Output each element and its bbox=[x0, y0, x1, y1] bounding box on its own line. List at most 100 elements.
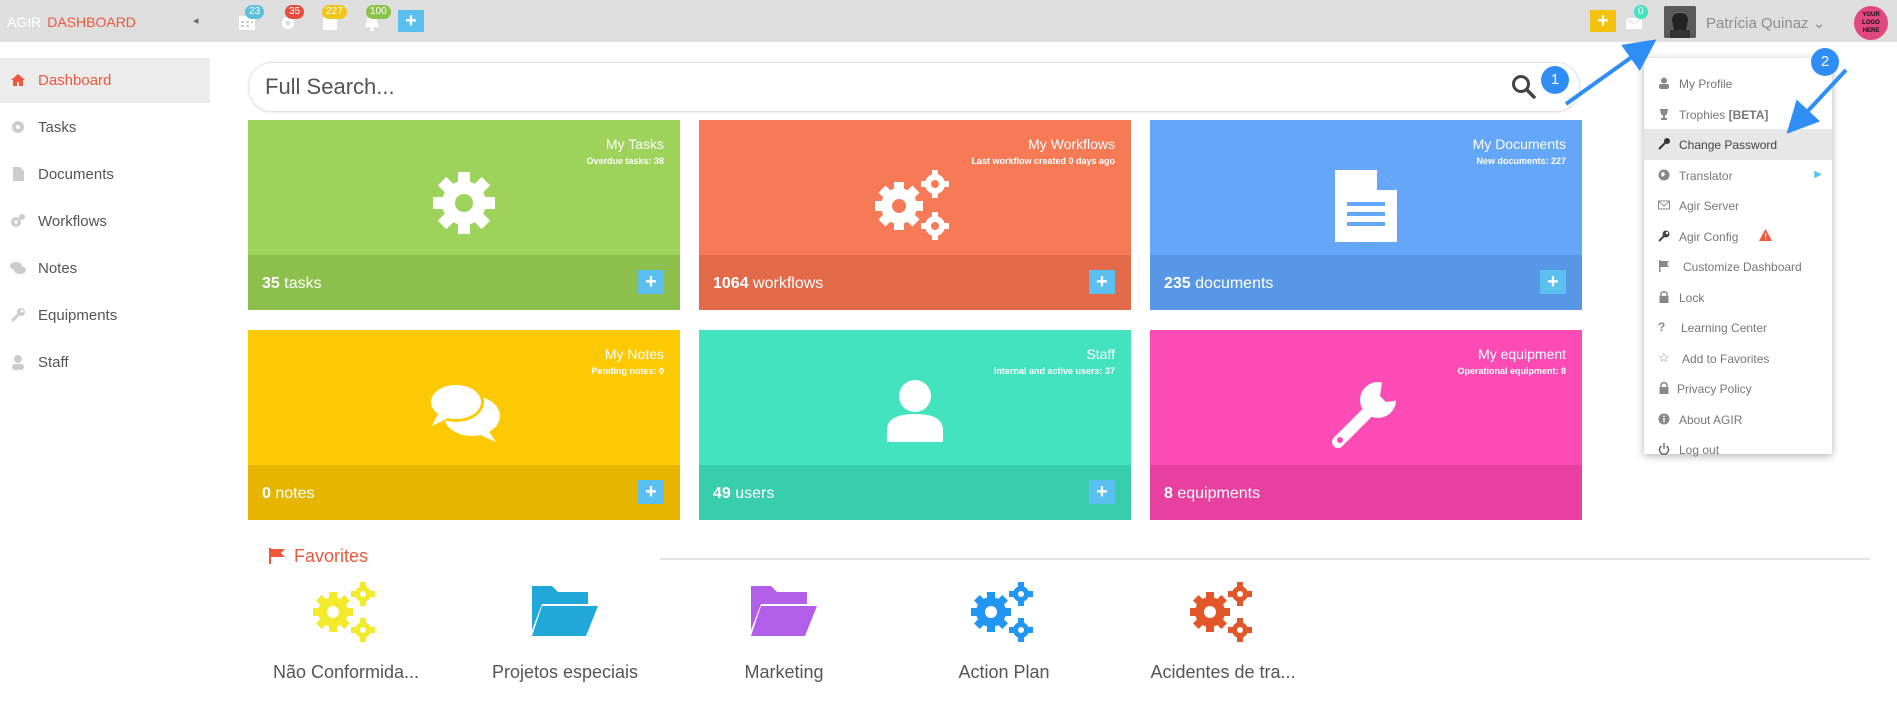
tile-my-workflows[interactable]: My Workflows Last workflow created 0 day… bbox=[699, 120, 1131, 310]
tile-count: 35 tasks bbox=[262, 275, 322, 292]
tile-staff[interactable]: Staff Internal and active users: 37 49 u… bbox=[699, 330, 1131, 520]
tile-title: My Tasks bbox=[605, 136, 664, 152]
search-input[interactable] bbox=[263, 71, 1447, 103]
flag-icon bbox=[1659, 260, 1669, 272]
power-icon bbox=[1658, 443, 1670, 455]
tile-subtitle: Internal and active users: 37 bbox=[993, 366, 1115, 376]
wrench-icon bbox=[1658, 230, 1670, 242]
add-task-button[interactable]: + bbox=[638, 270, 664, 294]
add-note-button[interactable]: + bbox=[638, 480, 664, 504]
favorite-label: Não Conformida... bbox=[272, 662, 420, 682]
menu-item-agir-server[interactable]: Agir Server bbox=[1644, 190, 1832, 221]
tile-footer: 35 tasks + bbox=[248, 255, 680, 310]
gears-icon bbox=[313, 582, 375, 642]
tile-my-tasks[interactable]: My Tasks Overdue tasks: 38 35 tasks + bbox=[248, 120, 680, 310]
menu-item-my-profile[interactable]: My Profile bbox=[1644, 68, 1832, 99]
gears-icon bbox=[971, 582, 1033, 642]
avatar[interactable] bbox=[1664, 6, 1696, 38]
favorite-label: Marketing bbox=[744, 662, 824, 682]
user-dropdown-menu: My Profile Trophies [BETA] Change Passwo… bbox=[1644, 58, 1832, 457]
chevron-down-icon: ⌄ bbox=[1812, 15, 1826, 32]
search-icon[interactable] bbox=[1511, 74, 1537, 100]
user-menu-toggle[interactable]: Patrícia Quinaz ⌄ bbox=[1706, 14, 1825, 32]
flag-icon bbox=[269, 548, 285, 564]
sidebar-item-label: Documents bbox=[38, 166, 114, 183]
menu-item-change-password[interactable]: Change Password bbox=[1644, 129, 1832, 160]
menu-item-add-to-favorites[interactable]: ☆ Add to Favorites bbox=[1644, 343, 1832, 374]
sidebar-item-notes[interactable]: Notes bbox=[0, 246, 210, 291]
menu-item-learning-center[interactable]: ? Learning Center bbox=[1644, 312, 1832, 343]
star-icon: ☆ bbox=[1658, 349, 1670, 365]
menu-item-about-agir[interactable]: About AGIR bbox=[1644, 404, 1832, 435]
sidebar-item-label: Staff bbox=[38, 354, 69, 371]
add-user-button[interactable]: + bbox=[1089, 480, 1115, 504]
gears-icon bbox=[875, 170, 949, 240]
menu-item-log-out[interactable]: Log out bbox=[1644, 434, 1832, 465]
menu-item-agir-config[interactable]: Agir Config bbox=[1644, 221, 1832, 252]
menu-item-trophies[interactable]: Trophies [BETA] bbox=[1644, 99, 1832, 130]
sidebar-item-documents[interactable]: Documents bbox=[0, 152, 210, 197]
tile-footer: 8 equipments bbox=[1150, 465, 1582, 520]
user-icon bbox=[1659, 77, 1669, 89]
tile-my-notes[interactable]: My Notes Pending notes: 0 0 notes + bbox=[248, 330, 680, 520]
menu-item-privacy-policy[interactable]: Privacy Policy bbox=[1644, 373, 1832, 404]
tile-my-equipment[interactable]: My equipment Operational equipment: 8 8 … bbox=[1150, 330, 1582, 520]
favorites-title: Favorites bbox=[294, 546, 369, 566]
add-document-button[interactable]: + bbox=[1540, 270, 1566, 294]
tile-title: My Documents bbox=[1472, 136, 1566, 152]
favorite-label: Action Plan bbox=[958, 662, 1050, 682]
question-icon: ? bbox=[1658, 320, 1666, 334]
gear-icon bbox=[433, 172, 495, 234]
tile-title: My Notes bbox=[604, 346, 664, 362]
sidebar: Dashboard Tasks Documents Workflows Note… bbox=[0, 58, 210, 387]
quick-add-button[interactable]: + bbox=[1590, 10, 1616, 32]
envelope-icon bbox=[1658, 200, 1670, 210]
tile-subtitle: Overdue tasks: 38 bbox=[586, 156, 664, 166]
favorite-item[interactable]: Acidentes de tra... bbox=[1133, 580, 1313, 682]
key-icon bbox=[1658, 138, 1670, 150]
sidebar-item-staff[interactable]: Staff bbox=[0, 340, 210, 385]
document-icon bbox=[1335, 170, 1397, 242]
menu-item-lock[interactable]: Lock bbox=[1644, 282, 1832, 313]
user-icon bbox=[12, 355, 24, 370]
comments-icon bbox=[10, 262, 26, 274]
document-icon bbox=[13, 167, 24, 181]
favorite-label: Acidentes de tra... bbox=[1150, 662, 1296, 682]
favorite-item[interactable]: Action Plan bbox=[914, 580, 1094, 682]
sidebar-item-workflows[interactable]: Workflows bbox=[0, 199, 210, 244]
sidebar-item-equipments[interactable]: Equipments bbox=[0, 293, 210, 338]
tile-subtitle: Last workflow created 0 days ago bbox=[971, 156, 1115, 166]
add-workflow-button[interactable]: + bbox=[1089, 270, 1115, 294]
menu-item-customize-dashboard[interactable]: Customize Dashboard bbox=[1644, 251, 1832, 282]
tile-footer: 235 documents + bbox=[1150, 255, 1582, 310]
tile-my-documents[interactable]: My Documents New documents: 227 235 docu… bbox=[1150, 120, 1582, 310]
messages-badge: 0 bbox=[1634, 5, 1648, 19]
gear-icon bbox=[12, 121, 24, 133]
top-bar: AGIR DASHBOARD ◂ 23 35 227 100 + + 0 Patr… bbox=[0, 0, 1897, 42]
favorite-item[interactable]: Não Conformida... bbox=[256, 580, 436, 682]
lock-icon bbox=[1659, 290, 1669, 303]
sidebar-collapse-icon[interactable]: ◂ bbox=[193, 14, 199, 27]
favorite-item[interactable]: Marketing bbox=[694, 580, 874, 682]
sidebar-item-label: Tasks bbox=[38, 119, 77, 136]
folder-icon bbox=[532, 586, 598, 636]
favorite-item[interactable]: Projetos especiais bbox=[475, 580, 655, 682]
company-logo: YOUR LOGO HERE bbox=[1854, 6, 1888, 40]
sidebar-item-label: Dashboard bbox=[38, 72, 112, 89]
brand-dashboard: DASHBOARD bbox=[47, 14, 136, 30]
favorites-header: Favorites bbox=[268, 546, 368, 567]
calendar-badge: 23 bbox=[245, 5, 265, 19]
menu-item-translator[interactable]: Translator ▶ bbox=[1644, 160, 1832, 191]
tile-footer: 0 notes + bbox=[248, 465, 680, 520]
callout-1: 1 bbox=[1541, 66, 1569, 94]
add-button[interactable]: + bbox=[398, 10, 424, 32]
favorite-label: Projetos especiais bbox=[491, 662, 639, 682]
home-icon bbox=[11, 74, 25, 86]
tile-title: Staff bbox=[1086, 346, 1115, 362]
globe-icon bbox=[1658, 169, 1670, 180]
sidebar-item-dashboard[interactable]: Dashboard bbox=[0, 58, 210, 103]
sidebar-item-tasks[interactable]: Tasks bbox=[0, 105, 210, 150]
brand[interactable]: AGIR DASHBOARD bbox=[7, 14, 136, 30]
settings-badge: 35 bbox=[285, 5, 305, 19]
notifications-badge: 100 bbox=[366, 5, 391, 19]
